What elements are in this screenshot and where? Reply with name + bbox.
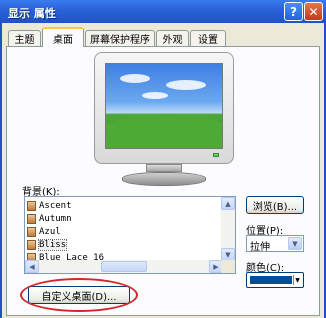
tab-themes[interactable]: 主题 [8,30,41,46]
help-icon: ? [290,4,297,19]
picture-file-icon [27,239,36,250]
chevron-down-icon[interactable]: ▼ [288,237,302,250]
cloud-shape [142,92,168,99]
list-item-label: Autumn [39,213,72,224]
monitor-preview [90,52,240,188]
arrow-up-icon: ▲ [225,199,231,208]
list-item-selected[interactable]: Bliss [27,238,68,251]
scrollbar-corner [221,260,235,273]
arrow-left-icon: ◀ [29,262,35,271]
list-item-label: Azul [39,226,61,237]
scroll-thumb[interactable] [101,261,147,272]
tab-settings[interactable]: 设置 [190,30,226,46]
arrow-right-icon: ▶ [213,262,219,271]
horizontal-scrollbar[interactable]: ◀ ▶ [25,260,223,273]
power-led [213,153,219,157]
background-listbox[interactable]: Ascent Autumn Azul Bliss Blue Lace 16 ▲ … [24,196,236,274]
arrow-down-icon: ▼ [225,250,231,259]
cloud-shape [166,80,206,90]
tab-label: 设置 [198,35,218,46]
position-dropdown[interactable]: 拉伸 ▼ [246,235,304,253]
tab-label: 外观 [162,35,183,46]
tab-screensaver[interactable]: 屏幕保护程序 [85,30,155,46]
scroll-left-button[interactable]: ◀ [25,260,39,273]
chevron-down-icon: ▼ [293,275,301,285]
browse-button[interactable]: 浏览(B)... [246,196,304,214]
background-list: Ascent Autumn Azul Bliss Blue Lace 16 [25,197,223,263]
monitor-stand [146,164,182,172]
tab-label: 屏幕保护程序 [90,35,150,46]
list-item[interactable]: Autumn [27,212,72,225]
close-icon: ✕ [308,4,319,19]
picture-file-icon [27,200,36,211]
picture-file-icon [27,226,36,237]
tab-desktop[interactable]: 桌面 [42,27,84,47]
tab-label: 桌面 [53,34,73,46]
color-swatch [250,276,292,284]
color-picker-button[interactable]: ▼ [246,272,304,288]
vertical-scrollbar[interactable]: ▲ ▼ [221,197,235,261]
cloud-shape [120,74,150,83]
red-annotation-ellipse [20,278,138,312]
close-button[interactable]: ✕ [304,2,323,21]
list-item[interactable]: Azul [27,225,61,238]
position-value: 拉伸 [250,242,270,253]
list-item[interactable]: Ascent [27,199,72,212]
list-item-label: Ascent [39,200,72,211]
hill-shape [106,114,222,148]
monitor-base [122,172,206,186]
help-button[interactable]: ? [284,2,303,21]
monitor-icon [94,52,234,164]
wallpaper-preview [105,63,223,149]
browse-button-label: 浏览(B)... [252,201,298,213]
tab-appearance[interactable]: 外观 [156,30,189,46]
window-title: 显示 属性 [8,7,56,20]
list-item-label: Bliss [37,238,68,251]
tab-label: 主题 [14,35,35,46]
title-bar: 显示 属性 ? ✕ [0,0,326,23]
picture-file-icon [27,213,36,224]
scroll-up-button[interactable]: ▲ [221,197,235,210]
